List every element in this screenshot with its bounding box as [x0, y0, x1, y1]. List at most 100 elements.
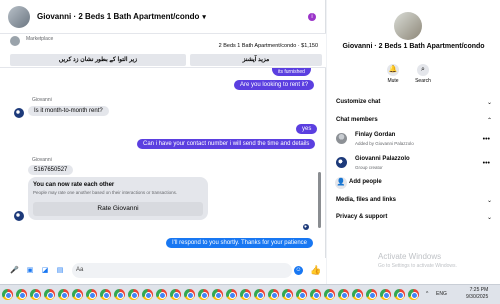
sender-avatar[interactable] — [14, 108, 24, 118]
info-icon[interactable]: i — [308, 13, 316, 21]
chat-title[interactable]: Giovanni · 2 Beds 1 Bath Apartment/condo… — [37, 12, 206, 21]
conversation-avatar[interactable] — [8, 5, 30, 28]
chrome-icon[interactable] — [254, 289, 265, 300]
message-outgoing[interactable]: yes — [296, 124, 318, 134]
add-person-icon[interactable]: 👤 — [335, 177, 347, 189]
customize-chat[interactable]: Customize chat — [336, 99, 380, 105]
message-incoming[interactable]: 5167650527 — [28, 165, 74, 175]
conversation-avatar-large — [394, 12, 422, 40]
clock-date: 9/30/2025 — [466, 294, 489, 300]
language-indicator[interactable]: ENG — [436, 291, 447, 297]
scrollbar-thumb[interactable] — [318, 172, 321, 228]
chrome-icon[interactable] — [184, 289, 195, 300]
chrome-icon[interactable] — [394, 289, 405, 300]
chrome-icon[interactable] — [44, 289, 55, 300]
message-outgoing[interactable]: I'll respond to you shortly. Thanks for … — [166, 238, 313, 248]
message-input[interactable]: Aa — [72, 263, 292, 278]
chevron-down-icon[interactable]: ⌄ — [487, 99, 492, 106]
chrome-icon[interactable] — [170, 289, 181, 300]
chrome-icon[interactable] — [226, 289, 237, 300]
chat-panel: Giovanni · 2 Beds 1 Bath Apartment/condo… — [0, 0, 326, 284]
rate-card-subtitle: People may rate one another based on the… — [33, 190, 178, 195]
member-subtitle: Added by Giovanni Palazzolo — [355, 141, 414, 146]
chevron-up-icon[interactable]: ⌃ — [487, 117, 492, 124]
taskbar: ^ ENG 7:25 PM 9/30/2025 — [0, 284, 500, 304]
listing-title[interactable]: 2 Beds 1 Bath Apartment/condo · $1,150 — [219, 43, 318, 49]
chevron-down-icon[interactable]: ⌄ — [487, 197, 492, 204]
message-outgoing[interactable]: Can i have your contact number i will se… — [137, 139, 316, 149]
chevron-down-icon: ▾ — [202, 14, 206, 21]
chrome-icon[interactable] — [240, 289, 251, 300]
chrome-icon[interactable] — [408, 289, 419, 300]
rate-card-title: You can now rate each other — [33, 182, 115, 188]
image-icon[interactable]: ▣ — [26, 267, 34, 275]
chrome-icon[interactable] — [212, 289, 223, 300]
more-options-button[interactable]: مزید آپشنز — [190, 54, 322, 66]
chrome-icon[interactable] — [324, 289, 335, 300]
sender-avatar[interactable] — [14, 211, 24, 221]
chevron-down-icon[interactable]: ⌄ — [487, 214, 492, 221]
chrome-icon[interactable] — [380, 289, 391, 300]
gif-icon[interactable]: ▤ — [56, 267, 64, 275]
message-outgoing[interactable]: Are you looking to rent it? — [234, 80, 315, 90]
chrome-icon[interactable] — [352, 289, 363, 300]
avatar[interactable] — [336, 157, 347, 168]
add-people[interactable]: Add people — [349, 179, 382, 185]
marketplace-label: Marketplace — [26, 36, 54, 42]
more-icon[interactable]: ••• — [483, 136, 490, 143]
mark-pending-button[interactable]: زیر التوا کے بطور نشان زد کریں — [10, 54, 186, 66]
rate-button[interactable]: Rate Giovanni — [33, 202, 203, 216]
message-incoming[interactable]: Is it month-to-month rent? — [28, 106, 109, 116]
chrome-icon[interactable] — [310, 289, 321, 300]
chrome-icon[interactable] — [282, 289, 293, 300]
activate-windows-title: Activate Windows — [378, 252, 442, 261]
sticker-icon[interactable]: ◪ — [41, 267, 49, 275]
clock-time: 7:25 PM — [469, 287, 489, 293]
chrome-icon[interactable] — [86, 289, 97, 300]
chat-title-text: Giovanni · 2 Beds 1 Bath Apartment/condo — [37, 12, 200, 21]
chat-header: Giovanni · 2 Beds 1 Bath Apartment/condo… — [0, 0, 326, 34]
microphone-icon[interactable]: 🎤 — [10, 267, 19, 275]
chrome-icon[interactable] — [2, 289, 13, 300]
chrome-icon[interactable] — [100, 289, 111, 300]
mute-button[interactable]: 🔔 Mute — [383, 64, 403, 84]
chrome-icon[interactable] — [114, 289, 125, 300]
sender-name: Giovanni — [32, 97, 52, 103]
chrome-icon[interactable] — [198, 289, 209, 300]
info-title: Giovanni · 2 Beds 1 Bath Apartment/condo — [342, 43, 485, 50]
chrome-icon[interactable] — [128, 289, 139, 300]
info-panel: Giovanni · 2 Beds 1 Bath Apartment/condo… — [327, 0, 500, 284]
search-icon: ⌕ — [417, 64, 429, 76]
bell-icon: 🔔 — [387, 64, 399, 76]
sender-name: Giovanni — [32, 157, 52, 163]
media-files-links[interactable]: Media, files and links — [336, 197, 396, 203]
search-label: Search — [415, 78, 431, 84]
chrome-icon[interactable] — [142, 289, 153, 300]
member-subtitle: Group creator — [355, 165, 383, 170]
activate-windows-subtitle: Go to Settings to activate Windows. — [378, 263, 457, 269]
chrome-icon[interactable] — [72, 289, 83, 300]
more-icon[interactable]: ••• — [483, 160, 490, 167]
chrome-icon[interactable] — [58, 289, 69, 300]
chrome-icon[interactable] — [366, 289, 377, 300]
chrome-icon[interactable] — [16, 289, 27, 300]
privacy-support[interactable]: Privacy & support — [336, 214, 387, 220]
member-name[interactable]: Finlay Gordan — [355, 132, 395, 138]
tray-overflow-icon[interactable]: ^ — [426, 291, 428, 297]
chrome-icon[interactable] — [296, 289, 307, 300]
chrome-icon[interactable] — [30, 289, 41, 300]
avatar[interactable] — [336, 133, 347, 144]
composer: 🎤 ▣ ◪ ▤ Aa ☺ 👍 — [0, 258, 326, 284]
clock[interactable]: 7:25 PM 9/30/2025 — [466, 287, 488, 301]
thumbs-up-icon[interactable]: 👍 — [310, 265, 321, 276]
chrome-icon[interactable] — [338, 289, 349, 300]
chat-members[interactable]: Chat members — [336, 117, 378, 123]
member-name[interactable]: Giovanni Palazzolo — [355, 156, 410, 162]
message-outgoing[interactable]: its furnished — [272, 68, 311, 76]
seen-avatar — [303, 224, 309, 230]
emoji-icon[interactable]: ☺ — [294, 266, 303, 275]
chrome-icon[interactable] — [156, 289, 167, 300]
chrome-icon[interactable] — [268, 289, 279, 300]
marketplace-bar: Marketplace 2 Beds 1 Bath Apartment/cond… — [0, 34, 326, 68]
search-button[interactable]: ⌕ Search — [413, 64, 433, 84]
